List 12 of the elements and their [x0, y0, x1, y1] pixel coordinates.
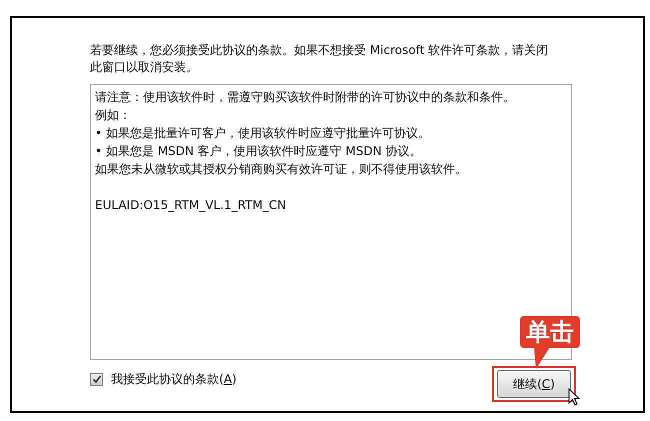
accept-checkbox[interactable]: 我接受此协议的条款(A) — [90, 370, 237, 388]
license-text-line: • 如果您是批量许可客户，使用该软件时应遵守批量许可协议。 — [95, 125, 431, 142]
license-text-line: 例如： — [95, 107, 132, 124]
instruction-text: 若要继续，您必须接受此协议的条款。如果不想接受 Microsoft 软件许可条款，请关闭此窗口以取消安装。 — [90, 42, 550, 76]
license-text-line: 请注意：使用该软件时，需遵守购买该软件时附带的许可协议中的条款和条件。 — [95, 89, 516, 106]
license-text-line: • 如果您是 MSDN 客户，使用该软件时应遵守 MSDN 协议。 — [95, 143, 423, 160]
license-text-line: EULAID:O15_RTM_VL.1_RTM_CN — [95, 197, 288, 214]
mouse-pointer-icon — [568, 388, 580, 406]
callout-text: 单击 — [526, 318, 574, 346]
continue-button[interactable]: 继续(C) — [497, 370, 571, 398]
checkbox-icon[interactable] — [90, 372, 103, 386]
license-text-line: 如果您未从微软或其授权分销商购买有效许可证，则不得使用该软件。 — [95, 161, 468, 178]
